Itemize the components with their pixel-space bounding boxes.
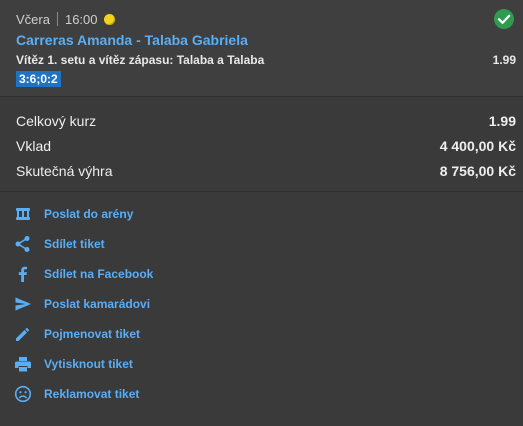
ticket-actions: Poslat do arény Sdílet tiket Sdílet na F… (0, 192, 523, 426)
total-odds-row: Celkový kurz 1.99 (16, 111, 516, 131)
print-ticket-label: Vytisknout tiket (44, 357, 133, 371)
bet-time: 16:00 (64, 11, 98, 27)
check-circle-icon (494, 9, 514, 29)
stake-row: Vklad 4 400,00 Kč (16, 136, 516, 156)
complain-ticket-button[interactable]: Reklamovat tiket (14, 383, 139, 405)
share-facebook-label: Sdílet na Facebook (44, 267, 154, 281)
bet-meta: Včera 16:00 (16, 11, 115, 27)
win-row: Skutečná výhra 8 756,00 Kč (16, 161, 516, 181)
match-title-link[interactable]: Carreras Amanda - Talaba Gabriela (16, 32, 248, 48)
ticket-summary: Celkový kurz 1.99 Vklad 4 400,00 Kč Skut… (0, 97, 523, 192)
sad-face-icon (14, 385, 32, 403)
coin-icon (103, 13, 115, 25)
send-to-friend-button[interactable]: Poslat kamarádovi (14, 293, 150, 315)
score-badge: 3:6;0:2 (16, 71, 61, 87)
facebook-icon (14, 265, 32, 283)
total-odds-value: 1.99 (488, 113, 516, 129)
stake-label: Vklad (16, 138, 52, 154)
win-value: 8 756,00 Kč (439, 163, 516, 179)
share-facebook-button[interactable]: Sdílet na Facebook (14, 263, 153, 285)
rename-ticket-button[interactable]: Pojmenovat tiket (14, 323, 140, 345)
send-icon (14, 295, 32, 313)
printer-icon (14, 355, 32, 373)
bet-card: Včera 16:00 Carreras Amanda - Talaba Gab… (0, 0, 523, 97)
send-to-friend-label: Poslat kamarádovi (44, 297, 151, 311)
bet-odds: 1.99 (492, 53, 516, 67)
share-icon (14, 235, 32, 253)
rename-ticket-label: Pojmenovat tiket (44, 327, 141, 341)
send-to-arena-label: Poslat do arény (44, 207, 134, 221)
print-ticket-button[interactable]: Vytisknout tiket (14, 353, 133, 375)
complain-ticket-label: Reklamovat tiket (44, 387, 140, 401)
bet-description: Vítěz 1. setu a vítěz zápasu: Talaba a T… (16, 53, 265, 67)
win-label: Skutečná výhra (16, 163, 113, 179)
send-to-arena-button[interactable]: Poslat do arény (14, 203, 133, 225)
stake-value: 4 400,00 Kč (439, 138, 516, 154)
meta-divider (56, 12, 58, 26)
bet-day: Včera (16, 11, 50, 27)
total-odds-label: Celkový kurz (16, 113, 97, 129)
share-ticket-label: Sdílet tiket (44, 237, 105, 251)
pencil-icon (14, 325, 32, 343)
arena-icon (14, 205, 32, 223)
share-ticket-button[interactable]: Sdílet tiket (14, 233, 105, 255)
